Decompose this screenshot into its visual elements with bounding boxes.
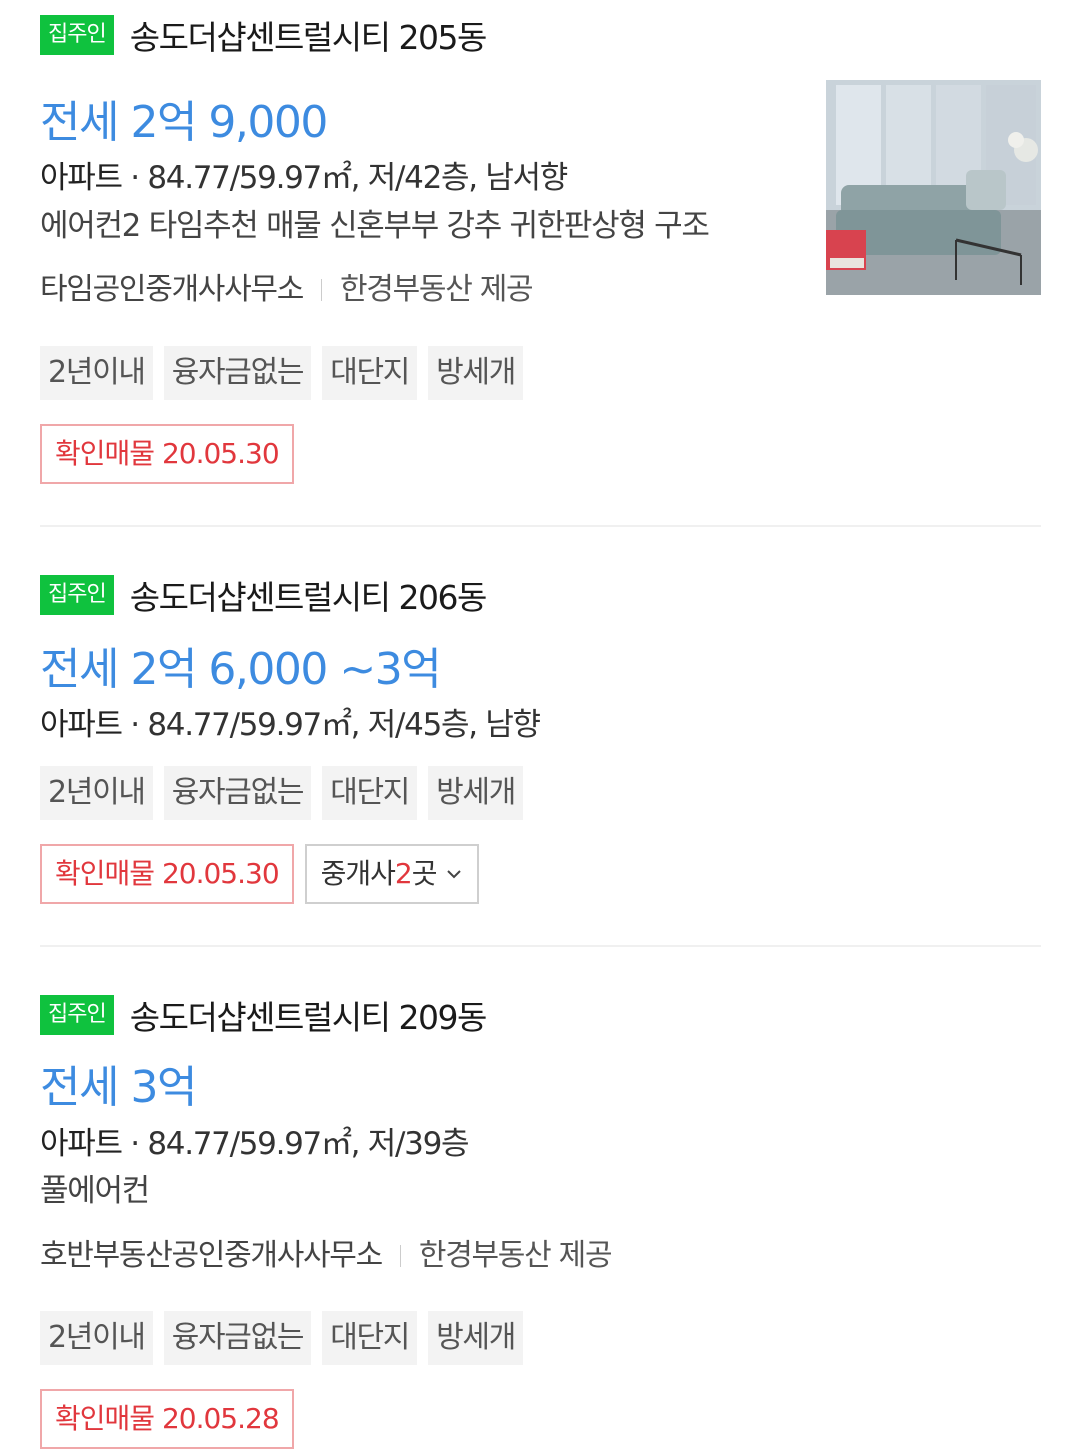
price: 전세 2억 9,000	[40, 97, 328, 148]
spec-line: 아파트 · 84.77/59.97㎡, 저/42층, 남서향	[40, 158, 568, 198]
tag-list: 2년이내 융자금없는 대단지 방세개	[40, 766, 534, 820]
owner-badge: 집주인	[40, 15, 114, 55]
spec-line: 아파트 · 84.77/59.97㎡, 저/45층, 남향	[40, 705, 541, 745]
title-row: 집주인 송도더샵센트럴시티 206동	[40, 575, 487, 617]
description: 풀에어컨	[40, 1173, 150, 1209]
agency-name: 호반부동산공인중개사사무소	[40, 1238, 383, 1273]
agents-suffix: 곳	[411, 857, 438, 890]
property-type: 아파트	[40, 160, 123, 196]
chevron-down-icon	[446, 870, 461, 879]
verified-badge: 확인매물 20.05.30	[40, 424, 294, 484]
agency-row: 호반부동산공인중개사사무소 한경부동산 제공	[40, 1236, 613, 1276]
tag: 융자금없는	[163, 346, 312, 400]
tag-list: 2년이내 융자금없는 대단지 방세개	[40, 346, 534, 400]
agents-toggle-button[interactable]: 중개사 2 곳	[304, 844, 479, 904]
complex-name[interactable]: 송도더샵센트럴시티 205동	[130, 11, 488, 59]
separator	[399, 1245, 401, 1267]
verified-badge: 확인매물 20.05.28	[40, 1389, 294, 1449]
spec-line: 아파트 · 84.77/59.97㎡, 저/39층	[40, 1124, 470, 1164]
owner-badge: 집주인	[40, 575, 114, 615]
divider	[40, 945, 1041, 947]
spec-details: · 84.77/59.97㎡, 저/39층	[130, 1126, 469, 1162]
provider: 한경부동산 제공	[418, 1238, 613, 1273]
tag: 방세개	[428, 346, 523, 400]
living-room-photo	[826, 80, 1041, 295]
title-row: 집주인 송도더샵센트럴시티 205동	[40, 15, 487, 57]
tag: 대단지	[322, 1311, 418, 1365]
spec-details: · 84.77/59.97㎡, 저/45층, 남향	[130, 707, 541, 743]
tag: 2년이내	[40, 766, 153, 820]
price: 전세 3억	[40, 1062, 197, 1113]
bottom-row: 확인매물 20.05.30 중개사 2 곳	[40, 844, 479, 904]
divider	[40, 525, 1041, 527]
verified-badge: 확인매물 20.05.30	[40, 844, 294, 904]
price: 전세 2억 6,000 ~3억	[40, 644, 442, 695]
bottom-row: 확인매물 20.05.28	[40, 1389, 294, 1449]
provider: 한경부동산 제공	[340, 272, 534, 307]
tag: 방세개	[428, 1311, 523, 1365]
tag: 융자금없는	[163, 1311, 312, 1365]
property-type: 아파트	[40, 707, 123, 743]
tag: 대단지	[322, 766, 418, 820]
agency-name: 타임공인중개사사무소	[40, 272, 304, 307]
tag: 2년이내	[40, 1311, 153, 1365]
tag: 방세개	[428, 766, 523, 820]
bottom-row: 확인매물 20.05.30	[40, 424, 294, 484]
agents-count: 2	[394, 857, 413, 890]
tag: 융자금없는	[163, 766, 312, 820]
spec-details: · 84.77/59.97㎡, 저/42층, 남서향	[130, 160, 568, 196]
description: 에어컨2 타임추천 매물 신혼부부 강추 귀한판상형 구조	[40, 208, 710, 244]
agents-label: 중개사	[320, 857, 396, 890]
title-row: 집주인 송도더샵센트럴시티 209동	[40, 995, 487, 1037]
tag: 대단지	[322, 346, 418, 400]
listing-thumbnail[interactable]	[826, 80, 1041, 295]
property-type: 아파트	[40, 1126, 123, 1162]
tag-list: 2년이내 융자금없는 대단지 방세개	[40, 1311, 534, 1365]
complex-name[interactable]: 송도더샵센트럴시티 209동	[130, 991, 488, 1039]
complex-name[interactable]: 송도더샵센트럴시티 206동	[130, 571, 488, 619]
owner-badge: 집주인	[40, 995, 114, 1035]
tag: 2년이내	[40, 346, 153, 400]
separator	[321, 279, 322, 301]
agency-row: 타임공인중개사사무소 한경부동산 제공	[40, 270, 534, 310]
